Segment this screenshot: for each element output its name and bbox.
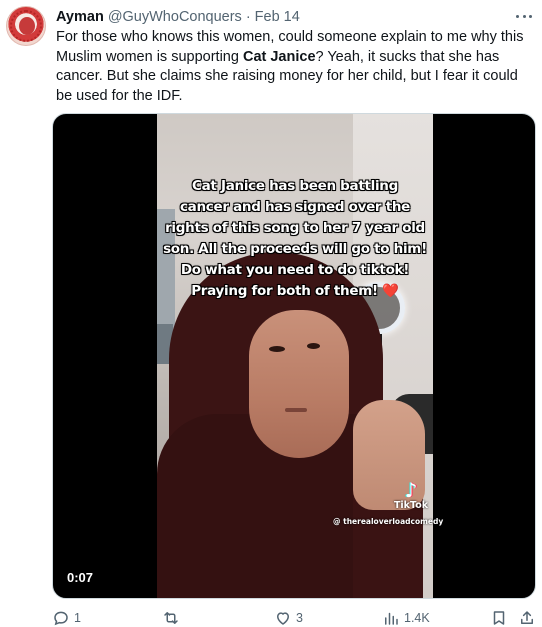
person-eye-right xyxy=(307,343,320,349)
tweet-date[interactable]: Feb 14 xyxy=(255,9,300,25)
repost-icon xyxy=(164,612,178,624)
reply-button[interactable]: 1 xyxy=(52,608,81,627)
caption-line: Cat Janice has been battling xyxy=(192,178,398,194)
like-button[interactable]: 3 xyxy=(274,608,303,627)
tiktok-logo-icon: ♪ xyxy=(404,478,418,502)
bookmark-icon xyxy=(493,611,505,625)
person-face xyxy=(249,310,349,458)
avatar[interactable] xyxy=(6,6,46,46)
views-button[interactable]: 1.4K xyxy=(382,608,430,627)
share-button[interactable] xyxy=(518,608,536,627)
caption-line: cancer and has signed over the xyxy=(179,199,411,215)
tweet-header: Ayman @GuyWhoConquers · Feb 14 xyxy=(56,7,300,27)
reply-count: 1 xyxy=(74,611,81,625)
video-caption: Cat Janice has been battling cancer and … xyxy=(157,176,433,302)
tweet-text-bold: Cat Janice xyxy=(242,48,316,65)
tweet-actions: 1 3 1.4K xyxy=(52,608,536,627)
share-icon xyxy=(521,611,533,624)
display-name[interactable]: Ayman xyxy=(56,9,104,25)
reply-icon xyxy=(54,611,68,626)
views-chart-icon xyxy=(385,612,398,625)
views-count: 1.4K xyxy=(404,611,430,625)
caption-line: son. All the proceeds will go to him! xyxy=(163,241,427,257)
caption-line: Do what you need to do tiktok! xyxy=(180,262,410,278)
person-mouth xyxy=(285,408,307,412)
tweet-text: For those who knows this women, could so… xyxy=(56,28,534,106)
like-count: 3 xyxy=(296,611,303,625)
more-horizontal-icon[interactable] xyxy=(514,8,534,24)
caption-line: Praying for both of them! xyxy=(191,283,378,299)
caption-line: rights of this song to her 7 year old xyxy=(165,220,425,236)
tiktok-username: @ therealoverloadcomedy xyxy=(333,517,444,526)
video-duration: 0:07 xyxy=(67,570,94,585)
person-eye-left xyxy=(269,346,285,352)
separator-dot: · xyxy=(245,9,251,25)
bookmark-button[interactable] xyxy=(490,608,508,627)
avatar-emblem xyxy=(19,17,35,35)
user-handle[interactable]: @GuyWhoConquers xyxy=(108,9,242,25)
tiktok-brand: TikTok xyxy=(393,500,429,511)
heart-emoji: ❤️ xyxy=(382,283,399,299)
repost-button[interactable] xyxy=(162,608,184,627)
caption-line-last: Praying for both of them! ❤️ xyxy=(157,281,433,302)
tiktok-watermark: ♪ TikTok xyxy=(391,480,431,511)
video-player[interactable]: Cat Janice has been battling cancer and … xyxy=(52,113,536,599)
heart-icon xyxy=(277,612,289,625)
